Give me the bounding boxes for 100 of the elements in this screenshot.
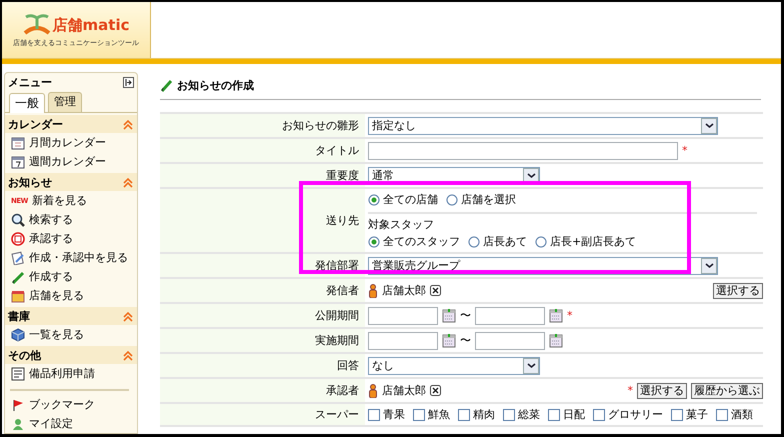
checkbox-label: 酒類 xyxy=(731,407,753,422)
field-label: 承認者 xyxy=(326,383,359,398)
field-label: 発信部署 xyxy=(315,258,359,273)
radio-button[interactable] xyxy=(368,236,380,248)
radio-button[interactable] xyxy=(446,194,458,206)
required-mark: * xyxy=(628,384,633,397)
collapse-panel-icon[interactable] xyxy=(123,77,134,88)
range-separator: 〜 xyxy=(460,333,471,348)
field-label: 実施期間 xyxy=(315,333,359,348)
field-label: お知らせの雛形 xyxy=(282,118,359,133)
checkbox-label: 精肉 xyxy=(473,407,495,422)
required-mark: * xyxy=(682,144,688,157)
remove-icon[interactable] xyxy=(430,285,441,296)
radio-label: 店長+副店長あて xyxy=(550,234,636,249)
checkbox[interactable] xyxy=(716,408,728,420)
radio-button[interactable] xyxy=(468,236,480,248)
radio-label: 全てのスタッフ xyxy=(383,234,460,249)
checkbox[interactable] xyxy=(671,408,683,420)
calendar-icon xyxy=(11,136,25,150)
chevron-down-icon xyxy=(704,122,714,128)
checkbox[interactable] xyxy=(503,408,515,420)
calendar-icon[interactable] xyxy=(442,333,456,348)
document-pencil-icon xyxy=(11,250,25,264)
date-field[interactable] xyxy=(475,332,545,350)
menu-item[interactable]: 備品利用申請 xyxy=(29,366,95,381)
menu-item[interactable]: 作成・承認中を見る xyxy=(29,250,128,265)
form-document-icon xyxy=(11,366,25,380)
person-name: 店舗太郎 xyxy=(382,383,426,398)
store-icon xyxy=(11,288,25,302)
field-label: 発信者 xyxy=(326,283,359,298)
menu-item[interactable]: 検索する xyxy=(29,212,73,227)
cube-icon xyxy=(11,328,25,342)
required-mark: * xyxy=(567,309,572,322)
date-field[interactable] xyxy=(368,332,438,350)
sprout-logo-icon xyxy=(22,12,51,34)
collapse-chevron-icon[interactable] xyxy=(123,119,133,130)
field-label: 重要度 xyxy=(326,168,359,183)
radio-button[interactable] xyxy=(368,194,380,206)
pencil-icon xyxy=(160,79,173,92)
menu-tab[interactable]: 一般 xyxy=(9,93,45,113)
menu-title: メニュー xyxy=(8,75,52,90)
input-field[interactable] xyxy=(368,142,678,160)
checkbox-label: グロサリー xyxy=(608,407,663,422)
radio-label: 店長あて xyxy=(483,234,527,249)
radio-label: 全ての店舗 xyxy=(383,192,438,207)
radio-label: 店舗を選択 xyxy=(461,192,516,207)
checkbox[interactable] xyxy=(548,408,560,420)
checkbox[interactable] xyxy=(593,408,605,420)
logo-text: 店舗matic xyxy=(52,16,130,34)
menu-item[interactable]: ブックマーク xyxy=(29,397,95,412)
collapse-chevron-icon[interactable] xyxy=(123,177,133,188)
field-label: 公開期間 xyxy=(315,308,359,323)
checkbox[interactable] xyxy=(458,408,470,420)
menu-item[interactable]: マイ設定 xyxy=(29,416,73,431)
checkbox[interactable] xyxy=(368,408,380,420)
menu-tab[interactable]: 管理 xyxy=(48,92,82,112)
menu-item[interactable]: 承認する xyxy=(29,231,73,246)
remove-icon[interactable] xyxy=(430,385,441,396)
dropdown-button[interactable] xyxy=(523,358,539,374)
sub-label: 対象スタッフ xyxy=(368,217,435,232)
menu-item[interactable]: 週間カレンダー xyxy=(29,154,106,169)
checkbox[interactable] xyxy=(413,408,425,420)
calendar-icon[interactable] xyxy=(442,308,456,323)
menu-item[interactable]: 店舗を見る xyxy=(29,288,84,303)
calendar-icon[interactable] xyxy=(549,333,563,348)
section-heading: その他 xyxy=(8,348,41,363)
page-title: お知らせの作成 xyxy=(177,78,254,93)
calendar-icon xyxy=(11,154,25,168)
menu-item[interactable]: 一覧を見る xyxy=(29,327,84,342)
person-name: 店舗太郎 xyxy=(382,283,426,298)
chevron-down-icon xyxy=(526,172,536,178)
stamp-icon xyxy=(11,232,25,246)
field-label: タイトル xyxy=(315,143,359,158)
select-button[interactable]: 履歴から選ぶ xyxy=(691,382,763,398)
collapse-chevron-icon[interactable] xyxy=(123,311,133,322)
menu-item[interactable]: 新着を見る xyxy=(32,193,87,208)
checkbox-label: 鮮魚 xyxy=(428,407,450,422)
select-field[interactable]: 指定なし xyxy=(368,116,718,134)
checkbox-label: 青果 xyxy=(383,407,405,422)
pencil-icon xyxy=(11,270,25,284)
calendar-icon[interactable] xyxy=(549,308,563,323)
dropdown-button[interactable] xyxy=(701,118,717,134)
dropdown-button[interactable] xyxy=(701,258,717,274)
select-button[interactable]: 選択する xyxy=(713,282,763,298)
checkbox-label: 菓子 xyxy=(686,407,708,422)
checkbox-label: 日配 xyxy=(563,407,585,422)
date-field[interactable] xyxy=(475,306,545,324)
search-icon xyxy=(11,212,25,226)
chevron-down-icon xyxy=(704,262,714,268)
range-separator: 〜 xyxy=(460,308,471,323)
select-button[interactable]: 選択する xyxy=(637,382,687,398)
menu-item[interactable]: 月間カレンダー xyxy=(29,135,106,150)
radio-button[interactable] xyxy=(535,236,547,248)
menu-item[interactable]: 作成する xyxy=(29,269,73,284)
date-field[interactable] xyxy=(368,306,438,324)
collapse-chevron-icon[interactable] xyxy=(123,350,133,361)
section-heading: 書庫 xyxy=(8,309,30,324)
person-icon xyxy=(368,384,378,398)
section-heading: カレンダー xyxy=(8,117,63,132)
select-field[interactable]: なし xyxy=(368,356,540,374)
